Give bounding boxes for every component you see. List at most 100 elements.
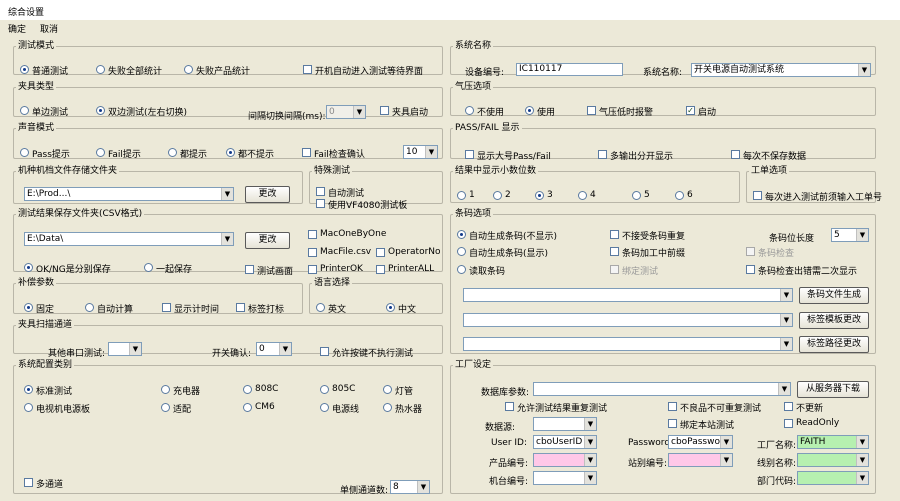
checkbox-no-retest[interactable] xyxy=(668,402,677,411)
checkbox-test-screen[interactable] xyxy=(245,265,254,274)
checkbox-multi-output[interactable] xyxy=(598,150,607,159)
radio-fail-prompt[interactable] xyxy=(96,148,105,157)
checkbox-mac-one-by-one[interactable] xyxy=(308,230,317,239)
db-param-combo[interactable]: ▼ xyxy=(533,382,791,396)
radio-normal-test[interactable] xyxy=(20,65,29,74)
radio-tv-power[interactable] xyxy=(24,403,33,412)
password-combo[interactable]: cboPassword ▼ xyxy=(668,435,733,449)
checkbox-multi-channel[interactable] xyxy=(24,478,33,487)
line-name-combo[interactable]: ▼ xyxy=(797,453,869,467)
checkbox-barcode-check[interactable] xyxy=(746,247,755,256)
checkbox-big-passfail[interactable] xyxy=(465,150,474,159)
product-no-combo[interactable]: ▼ xyxy=(533,453,597,467)
radio-decimal-4[interactable] xyxy=(578,191,587,200)
dept-no-combo[interactable]: ▼ xyxy=(797,471,869,485)
radio-decimal-1[interactable] xyxy=(457,191,466,200)
radio-decimal-3[interactable] xyxy=(535,191,544,200)
change-save-folder-button[interactable]: 更改 xyxy=(245,232,290,249)
radio-decimal-2[interactable] xyxy=(493,191,502,200)
label-template-change-button[interactable]: 标签模板更改 xyxy=(799,312,869,329)
barcode-file-generate-button[interactable]: 条码文件生成 xyxy=(799,287,869,304)
checkbox-vf4080[interactable] xyxy=(316,199,325,208)
device-no-field[interactable]: IC110117 xyxy=(516,63,623,76)
radio-scan-barcode[interactable] xyxy=(457,265,466,274)
label-path-combo[interactable]: ▼ xyxy=(463,337,793,351)
label-template-combo[interactable]: ▼ xyxy=(463,313,793,327)
radio-pass-prompt[interactable] xyxy=(20,148,29,157)
checkbox-no-repeat[interactable] xyxy=(610,230,619,239)
radio-auto-gen-show[interactable] xyxy=(457,247,466,256)
radio-no-prompt-label: 都不提示 xyxy=(238,150,275,160)
station-no-combo[interactable]: ▼ xyxy=(668,453,733,467)
radio-fail-all-stat[interactable] xyxy=(96,65,105,74)
radio-power-cord[interactable] xyxy=(320,403,329,412)
checkbox-low-alarm[interactable] xyxy=(587,106,596,115)
checkbox-start[interactable]: ✓ xyxy=(686,106,695,115)
checkbox-unplug[interactable] xyxy=(320,347,329,356)
radio-water-heater[interactable] xyxy=(383,403,392,412)
radio-lamp-label: 灯管 xyxy=(395,387,414,397)
radio-save-together[interactable] xyxy=(144,263,153,272)
radio-auto-calc[interactable] xyxy=(85,303,94,312)
single-count-combo[interactable]: 8 ▼ xyxy=(390,480,430,494)
radio-fail-product-stat[interactable] xyxy=(184,65,193,74)
machine-no-combo[interactable]: ▼ xyxy=(533,471,597,485)
checkbox-printer-ok[interactable] xyxy=(308,265,317,274)
checkbox-readonly[interactable] xyxy=(784,419,793,428)
checkbox-mac-file[interactable] xyxy=(308,248,317,257)
radio-standard-test[interactable] xyxy=(24,385,33,394)
radio-cm6[interactable] xyxy=(243,403,252,412)
radio-808c[interactable] xyxy=(243,385,252,394)
radio-lamp[interactable] xyxy=(383,385,392,394)
checkbox-no-update[interactable] xyxy=(784,402,793,411)
checkbox-bind-test[interactable] xyxy=(610,265,619,274)
checkbox-auto-test[interactable] xyxy=(316,187,325,196)
checkbox-operator-no[interactable] xyxy=(376,248,385,257)
checkbox-clamp[interactable] xyxy=(380,106,389,115)
checkbox-process-prefix[interactable] xyxy=(610,247,619,256)
radio-charger[interactable] xyxy=(161,385,170,394)
checkbox-enter-workorder[interactable] xyxy=(753,191,762,200)
radio-pressure-unused[interactable] xyxy=(465,106,474,115)
checkbox-auto-enter[interactable] xyxy=(303,65,312,74)
menu-ok[interactable]: 确定 xyxy=(8,22,26,35)
radio-all-prompt[interactable] xyxy=(168,148,177,157)
user-id-combo[interactable]: cboUserID ▼ xyxy=(533,435,597,449)
checkbox-show-time[interactable] xyxy=(162,303,171,312)
system-name-combo[interactable]: 开关电源自动测试系统 ▼ xyxy=(691,63,871,77)
checkbox-no-save[interactable] xyxy=(731,150,740,159)
data-source-combo[interactable]: ▼ xyxy=(533,417,597,431)
radio-no-prompt[interactable] xyxy=(226,148,235,157)
radio-pressure-used[interactable] xyxy=(525,106,534,115)
menu-cancel[interactable]: 取消 xyxy=(40,22,58,35)
fail-confirm-combo[interactable]: 10 ▼ xyxy=(403,145,438,159)
download-from-server-button[interactable]: 从服务器下载 xyxy=(797,381,869,398)
interval-combo[interactable]: 0 ▼ xyxy=(326,105,366,119)
barcode-file-combo[interactable]: ▼ xyxy=(463,288,793,302)
radio-805c[interactable] xyxy=(320,385,329,394)
radio-decimal-6[interactable] xyxy=(675,191,684,200)
radio-adapter[interactable] xyxy=(161,403,170,412)
radio-ok-ng-separate[interactable] xyxy=(24,263,33,272)
radio-single-side[interactable] xyxy=(20,106,29,115)
checkbox-bind-station[interactable] xyxy=(668,419,677,428)
radio-double-side[interactable] xyxy=(96,106,105,115)
checkbox-printer-all[interactable] xyxy=(376,265,385,274)
radio-auto-gen-hidden[interactable] xyxy=(457,230,466,239)
radio-chinese[interactable] xyxy=(386,303,395,312)
other-test-combo[interactable]: ▼ xyxy=(108,342,142,356)
label-path-change-button[interactable]: 标签路径更改 xyxy=(799,336,869,353)
checkbox-fail-confirm[interactable] xyxy=(302,148,311,157)
radio-english[interactable] xyxy=(316,303,325,312)
radio-fixed[interactable] xyxy=(24,303,33,312)
change-model-folder-button[interactable]: 更改 xyxy=(245,186,290,203)
radio-decimal-5[interactable] xyxy=(632,191,641,200)
switch-confirm-combo[interactable]: 0 ▼ xyxy=(256,342,292,356)
checkbox-label-print[interactable] xyxy=(236,303,245,312)
factory-name-combo[interactable]: FAITH ▼ xyxy=(797,435,869,449)
save-folder-combo[interactable]: E:\Data\ ▼ xyxy=(24,232,234,246)
model-folder-combo[interactable]: E:\Prod...\ ▼ xyxy=(24,187,234,201)
checkbox-allow-repeat[interactable] xyxy=(505,402,514,411)
barcode-length-combo[interactable]: 5 ▼ xyxy=(831,228,869,242)
checkbox-error-second-show[interactable] xyxy=(746,265,755,274)
